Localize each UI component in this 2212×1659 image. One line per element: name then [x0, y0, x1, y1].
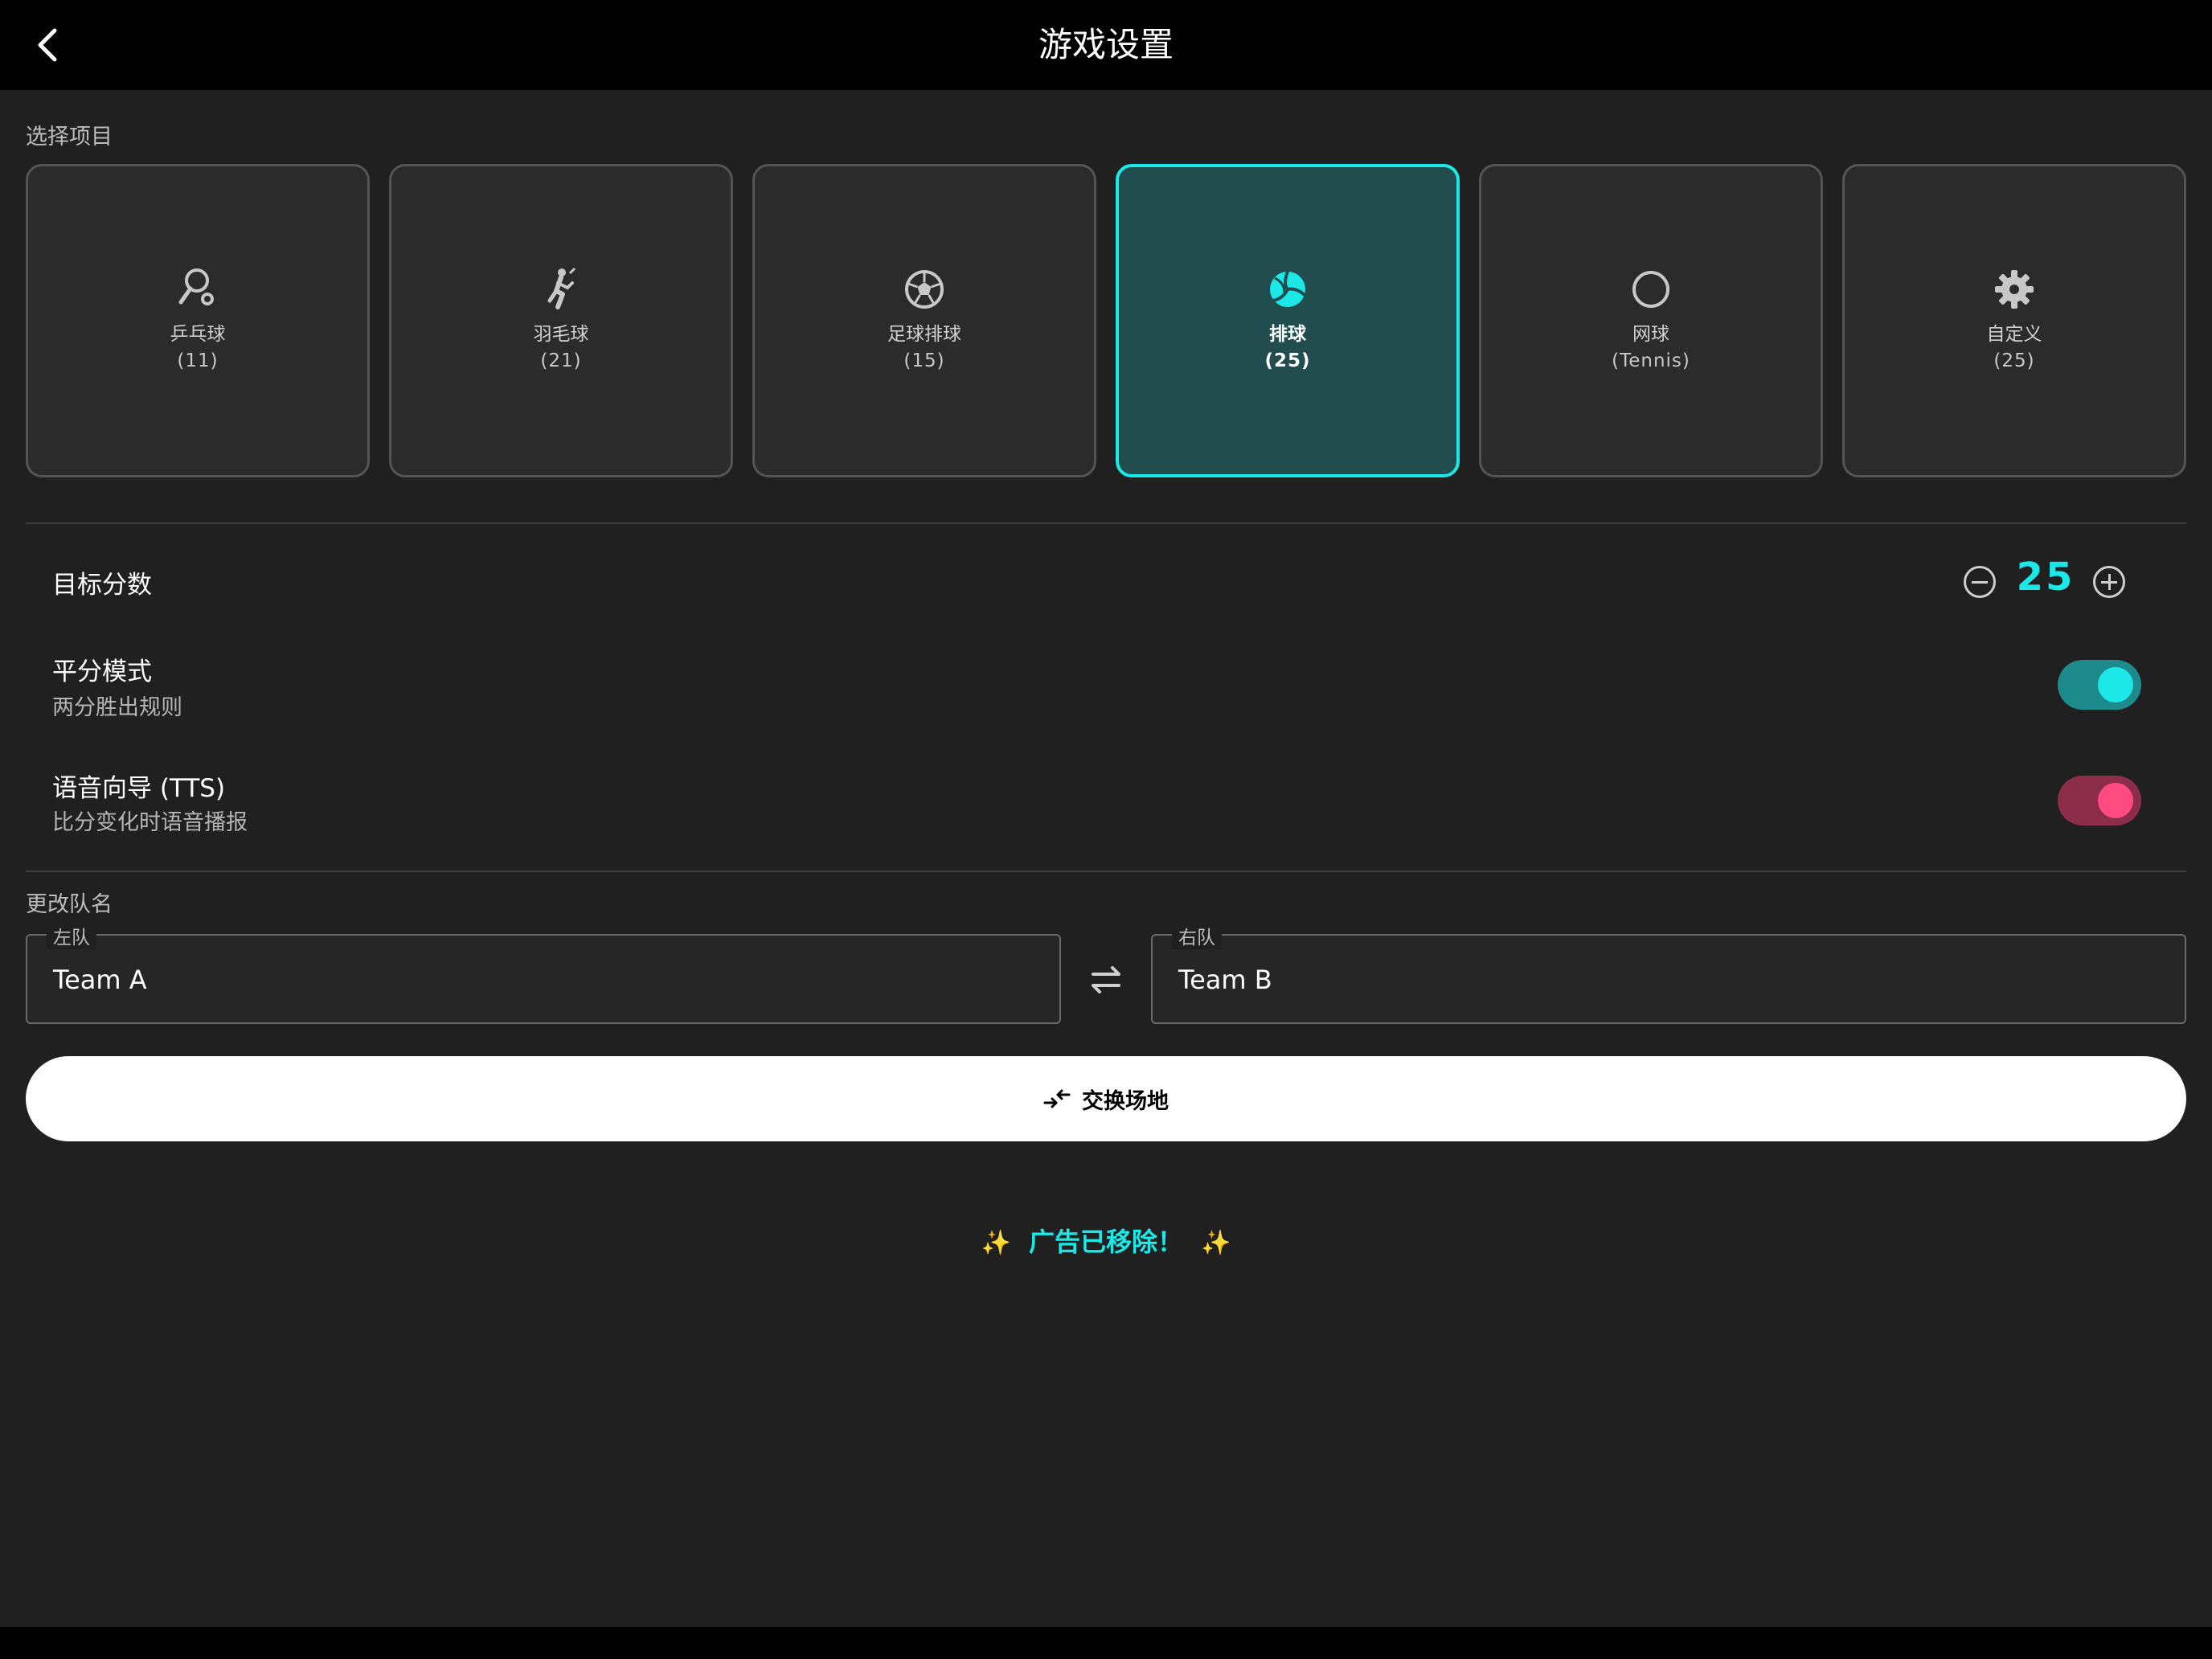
- sport-points: (21): [540, 350, 582, 371]
- swap-horizontal-icon: [1092, 966, 1120, 993]
- sport-points: (Tennis): [1612, 350, 1690, 371]
- sport-name: 羽毛球: [533, 324, 589, 345]
- ad-removed-notice: ✨ 广告已移除！ ✨: [0, 1222, 2212, 1259]
- sport-card-badminton[interactable]: 羽毛球 (21): [389, 164, 733, 477]
- sport-points: (11): [177, 350, 219, 371]
- toggle-knob: [2098, 667, 2133, 703]
- table-tennis-icon: [178, 268, 214, 305]
- swap-arrows-icon: [1043, 1089, 1071, 1108]
- left-team-label: 左队: [47, 922, 96, 949]
- circle-icon: [1632, 271, 1669, 308]
- badminton-icon: [547, 267, 576, 309]
- ad-removed-text: 广告已移除！: [1028, 1227, 1183, 1257]
- bottom-bar: [0, 1627, 2212, 1659]
- right-team-field[interactable]: 右队 Team B: [1151, 922, 2186, 1024]
- page-title: 游戏设置: [1038, 25, 1174, 64]
- deuce-mode-title: 平分模式: [52, 657, 152, 686]
- sport-points: (25): [1993, 350, 2035, 371]
- sport-name: 乒乓球: [170, 324, 226, 345]
- sport-points: (25): [1264, 350, 1311, 371]
- sport-card-table-tennis[interactable]: 乒乓球 (11): [26, 164, 370, 477]
- sport-points: (15): [903, 350, 945, 371]
- swap-court-button[interactable]: 交换场地: [26, 1056, 2186, 1141]
- left-team-field[interactable]: 左队 Team A: [26, 922, 1061, 1024]
- sport-card-custom[interactable]: 自定义 (25): [1842, 164, 2186, 477]
- top-bar: 游戏设置: [0, 0, 2212, 90]
- sport-section-label: 选择项目: [26, 125, 113, 150]
- increment-button[interactable]: [2093, 566, 2125, 598]
- divider: [26, 870, 2186, 872]
- sport-name: 排球: [1269, 324, 1306, 345]
- right-team-value: Team B: [1178, 965, 1272, 995]
- deuce-mode-toggle[interactable]: [2058, 660, 2141, 710]
- tts-subtitle: 比分变化时语音播报: [52, 810, 248, 835]
- deuce-mode-subtitle: 两分胜出规则: [52, 695, 182, 720]
- swap-court-label: 交换场地: [1082, 1088, 1169, 1114]
- sport-name: 网球: [1632, 324, 1669, 345]
- toggle-knob: [2098, 783, 2133, 818]
- sport-grid: 乒乓球 (11) 羽毛球 (21) 足球排球 (15) 排球 (25) 网球 (…: [26, 164, 2186, 479]
- left-team-value: Team A: [53, 965, 147, 995]
- sport-name: 足球排球: [887, 324, 961, 345]
- decrement-button[interactable]: [1964, 566, 1996, 598]
- team-names-label: 更改队名: [26, 892, 113, 917]
- gear-icon: [1995, 270, 2034, 309]
- sport-name: 自定义: [1986, 324, 2042, 345]
- sport-card-tennis[interactable]: 网球 (Tennis): [1479, 164, 1823, 477]
- swap-team-names-button[interactable]: [1085, 955, 1127, 1003]
- sport-card-soccer-volleyball[interactable]: 足球排球 (15): [752, 164, 1096, 477]
- tts-title: 语音向导 (TTS): [52, 774, 226, 803]
- sparkles-icon: ✨: [981, 1229, 1011, 1257]
- right-team-label: 右队: [1172, 922, 1222, 949]
- target-score-label: 目标分数: [52, 571, 152, 600]
- soccer-ball-icon: [905, 270, 944, 309]
- divider: [26, 522, 2186, 524]
- volleyball-icon: [1270, 271, 1307, 307]
- sport-card-volleyball[interactable]: 排球 (25): [1116, 164, 1460, 477]
- tts-toggle[interactable]: [2058, 776, 2141, 825]
- target-score-value: 25: [2016, 555, 2075, 600]
- sparkles-icon: ✨: [1201, 1229, 1231, 1257]
